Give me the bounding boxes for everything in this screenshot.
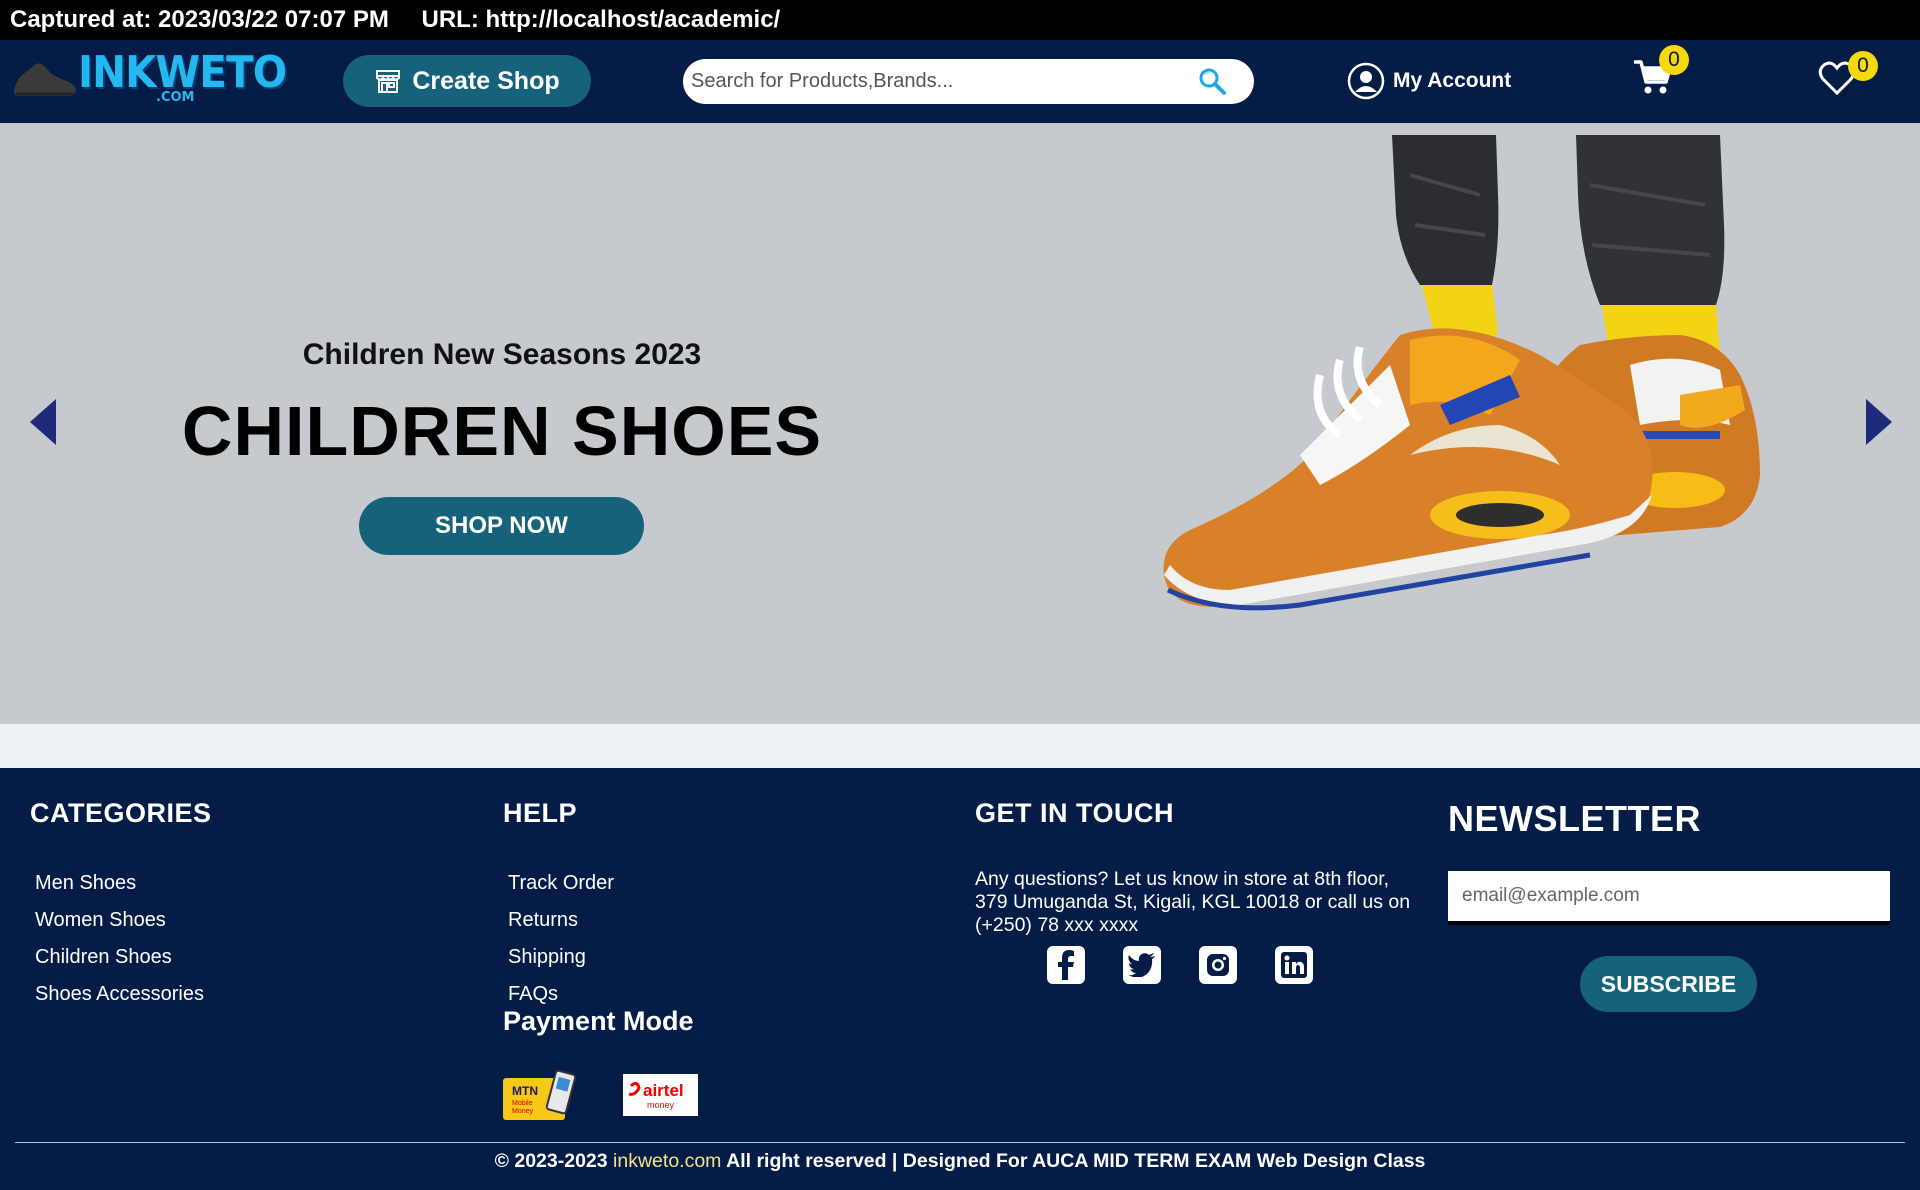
search-bar <box>683 59 1254 104</box>
instagram-icon[interactable] <box>1199 946 1237 984</box>
help-link-shipping[interactable]: Shipping <box>508 939 614 976</box>
site-footer: CATEGORIES Men Shoes Women Shoes Childre… <box>0 768 1920 1190</box>
category-link-women[interactable]: Women Shoes <box>35 902 212 939</box>
copyright-text: All right reserved | Designed For AUCA M… <box>726 1150 1426 1172</box>
site-logo[interactable]: INKWETO .COM <box>8 48 287 108</box>
newsletter-column: NEWSLETTER <box>1448 798 1701 840</box>
contact-column: GET IN TOUCH Any questions? Let us know … <box>975 798 1415 937</box>
category-link-accessories[interactable]: Shoes Accessories <box>35 976 212 1013</box>
store-icon <box>376 70 401 93</box>
my-account-label: My Account <box>1393 69 1512 92</box>
create-shop-button[interactable]: Create Shop <box>343 55 591 107</box>
mtn-mobile-money-logo: MTN Mobile Money <box>503 1070 577 1120</box>
carousel-prev-icon[interactable] <box>30 399 58 445</box>
contact-text: Any questions? Let us know in store at 8… <box>975 868 1411 936</box>
footer-divider <box>15 1142 1905 1143</box>
capture-url: URL: http://localhost/academic/ <box>421 6 781 33</box>
twitter-icon[interactable] <box>1123 946 1161 984</box>
help-link-returns[interactable]: Returns <box>508 902 614 939</box>
category-link-children[interactable]: Children Shoes <box>35 939 212 976</box>
categories-heading: CATEGORIES <box>30 798 212 828</box>
hero-subtitle: Children New Seasons 2023 <box>302 338 702 371</box>
subscribe-button[interactable]: SUBSCRIBE <box>1580 956 1757 1012</box>
carousel-next-icon[interactable] <box>1864 399 1892 445</box>
create-shop-label: Create Shop <box>412 66 560 95</box>
payment-mode-heading: Payment Mode <box>503 1006 694 1036</box>
search-input[interactable] <box>691 63 1171 99</box>
airtel-logo-sub: money <box>647 1100 675 1110</box>
hero-title: CHILDREN SHOES <box>181 392 823 470</box>
hero-banner: Children New Seasons 2023 CHILDREN SHOES… <box>0 123 1920 724</box>
capture-timestamp: Captured at: 2023/03/22 07:07 PM <box>10 6 389 33</box>
my-account-link[interactable]: My Account <box>1347 61 1511 101</box>
social-links <box>1047 946 1313 984</box>
airtel-money-logo: airtel money <box>623 1074 698 1116</box>
copyright-years: © 2023-2023 <box>494 1150 608 1172</box>
copyright-site-link[interactable]: inkweto.com <box>613 1150 721 1172</box>
mtn-logo-sub2: Money <box>512 1108 534 1115</box>
cart-button[interactable]: 0 <box>1632 45 1689 101</box>
category-link-men[interactable]: Men Shoes <box>35 865 212 902</box>
help-heading: HELP <box>503 798 578 828</box>
capture-info-bar: Captured at: 2023/03/22 07:07 PM URL: ht… <box>0 0 1920 40</box>
logo-suffix: .COM <box>156 90 195 105</box>
newsletter-email-input[interactable] <box>1448 871 1890 925</box>
sneaker-image <box>1163 135 1760 611</box>
mtn-logo-text: MTN <box>512 1084 538 1098</box>
shoe-logo-icon <box>14 63 76 96</box>
linkedin-icon[interactable] <box>1275 946 1313 984</box>
help-column: HELP Track Order Returns Shipping FAQs <box>503 798 614 1013</box>
search-icon[interactable] <box>1197 66 1227 96</box>
shop-now-button[interactable]: SHOP NOW <box>359 497 644 555</box>
contact-heading: GET IN TOUCH <box>975 798 1175 828</box>
mtn-logo-sub1: Mobile <box>512 1100 533 1107</box>
help-link-track-order[interactable]: Track Order <box>508 865 614 902</box>
user-icon <box>1347 62 1385 100</box>
wishlist-button[interactable]: 0 <box>1818 51 1878 101</box>
wishlist-count-badge: 0 <box>1848 51 1878 81</box>
facebook-icon[interactable] <box>1047 946 1085 984</box>
cart-count-badge: 0 <box>1659 45 1689 75</box>
airtel-logo-text: airtel <box>643 1081 684 1100</box>
newsletter-heading: NEWSLETTER <box>1448 798 1701 839</box>
categories-column: CATEGORIES Men Shoes Women Shoes Childre… <box>30 798 212 1013</box>
content-spacer <box>0 724 1920 768</box>
copyright-line: © 2023-2023 inkweto.com All right reserv… <box>0 1146 1920 1176</box>
